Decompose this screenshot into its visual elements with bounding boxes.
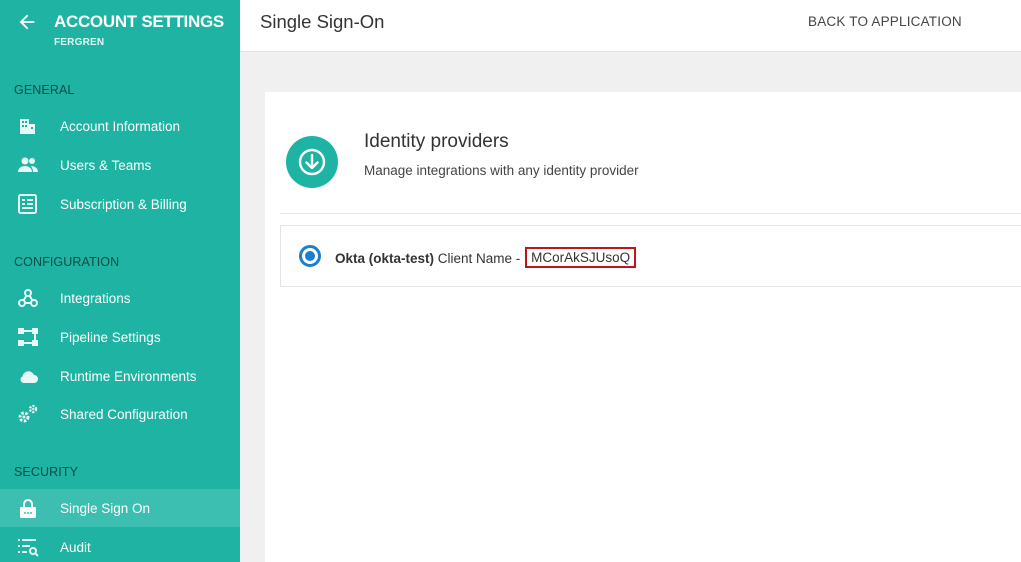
sidebar-item-label: Subscription & Billing — [60, 196, 187, 212]
sidebar: ACCOUNT SETTINGS FERGREN GENERAL Account… — [0, 0, 240, 562]
provider-text: Okta (okta-test) Client Name - MCorAkSJU… — [335, 247, 637, 269]
sidebar-item-shared-configuration[interactable]: Shared Configuration — [0, 395, 240, 433]
identity-providers-card: Identity providers Manage integrations w… — [265, 92, 1021, 562]
lock-icon — [17, 498, 39, 518]
provider-name: Okta (okta-test) — [335, 251, 435, 266]
provider-radio[interactable] — [299, 245, 321, 267]
sidebar-item-users-teams[interactable]: Users & Teams — [0, 146, 240, 184]
provider-row[interactable]: Okta (okta-test) Client Name - MCorAkSJU… — [280, 225, 1021, 287]
sidebar-title: ACCOUNT SETTINGS — [54, 12, 224, 31]
sidebar-item-label: Shared Configuration — [60, 406, 188, 422]
sidebar-item-subscription-billing[interactable]: Subscription & Billing — [0, 185, 240, 223]
page-title: Single Sign-On — [260, 11, 385, 32]
receipt-icon — [17, 194, 39, 214]
section-security: SECURITY — [14, 465, 79, 479]
sidebar-item-label: Account Information — [60, 118, 181, 134]
sidebar-item-label: Users & Teams — [60, 157, 152, 173]
section-general: GENERAL — [14, 83, 75, 97]
sidebar-item-label: Audit — [60, 539, 91, 555]
list-search-icon — [17, 537, 39, 557]
client-name-value: MCorAkSJUsoQ — [525, 247, 637, 268]
sidebar-item-audit[interactable]: Audit — [0, 528, 240, 562]
download-circle-icon — [286, 136, 338, 188]
top-bar: Single Sign-On BACK TO APPLICATION — [240, 0, 1021, 52]
section-configuration: CONFIGURATION — [14, 255, 120, 269]
webhook-icon — [17, 288, 39, 308]
sidebar-item-account-information[interactable]: Account Information — [0, 107, 240, 145]
sidebar-item-pipeline-settings[interactable]: Pipeline Settings — [0, 318, 240, 356]
back-arrow-icon[interactable] — [16, 11, 38, 33]
sidebar-item-single-sign-on[interactable]: Single Sign On — [0, 489, 240, 527]
divider — [280, 213, 1021, 214]
back-to-application-link[interactable]: BACK TO APPLICATION — [808, 14, 962, 29]
pipeline-icon — [17, 327, 39, 347]
account-name: FERGREN — [54, 37, 105, 48]
sidebar-item-integrations[interactable]: Integrations — [0, 279, 240, 317]
users-icon — [17, 155, 39, 175]
building-icon — [17, 116, 39, 136]
section-description: Manage integrations with any identity pr… — [364, 163, 639, 178]
gears-icon — [17, 404, 39, 424]
sidebar-header: ACCOUNT SETTINGS FERGREN — [0, 0, 240, 60]
section-title: Identity providers — [364, 131, 509, 152]
client-name-label: Client Name - — [437, 251, 521, 266]
sidebar-item-runtime-environments[interactable]: Runtime Environments — [0, 357, 240, 395]
sidebar-item-label: Single Sign On — [60, 500, 151, 516]
cloud-icon — [17, 366, 39, 386]
sidebar-item-label: Pipeline Settings — [60, 329, 161, 345]
sidebar-item-label: Integrations — [60, 290, 131, 306]
sidebar-item-label: Runtime Environments — [60, 368, 197, 384]
